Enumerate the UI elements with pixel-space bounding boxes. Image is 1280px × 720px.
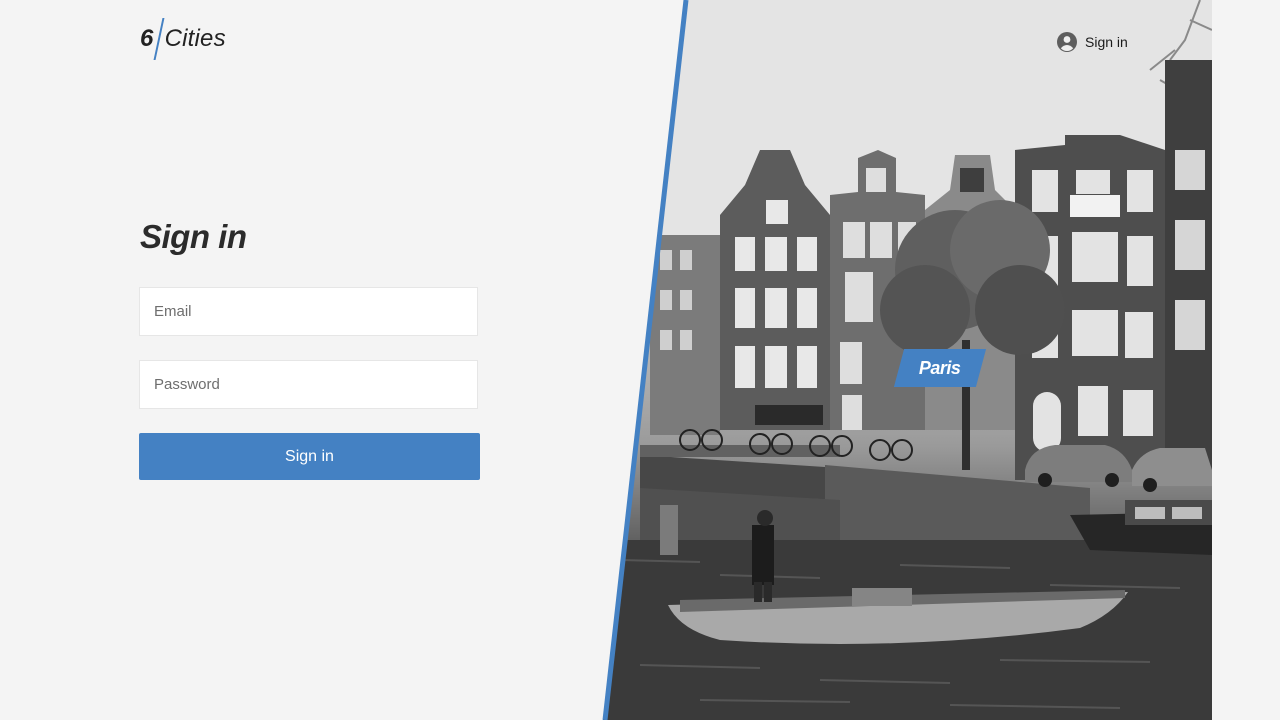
header-sign-in-link[interactable]: Sign in bbox=[1057, 31, 1128, 53]
header-sign-in-label: Sign in bbox=[1085, 34, 1128, 50]
logo-link[interactable]: 6 Cities bbox=[140, 18, 226, 60]
city-link[interactable]: Paris bbox=[893, 349, 987, 387]
logo-number: 6 bbox=[140, 25, 154, 52]
logo-slash-icon bbox=[153, 18, 165, 60]
user-avatar-icon bbox=[1057, 32, 1077, 52]
password-field[interactable] bbox=[139, 360, 478, 409]
sign-in-button[interactable]: Sign in bbox=[139, 433, 480, 480]
login-title: Sign in bbox=[140, 218, 247, 255]
login-page: 6 Cities Sign in Sign in Sign in Paris bbox=[0, 0, 1280, 720]
city-name: Paris bbox=[919, 357, 961, 378]
logo-word: Cities bbox=[164, 25, 226, 52]
email-field[interactable] bbox=[139, 287, 478, 336]
